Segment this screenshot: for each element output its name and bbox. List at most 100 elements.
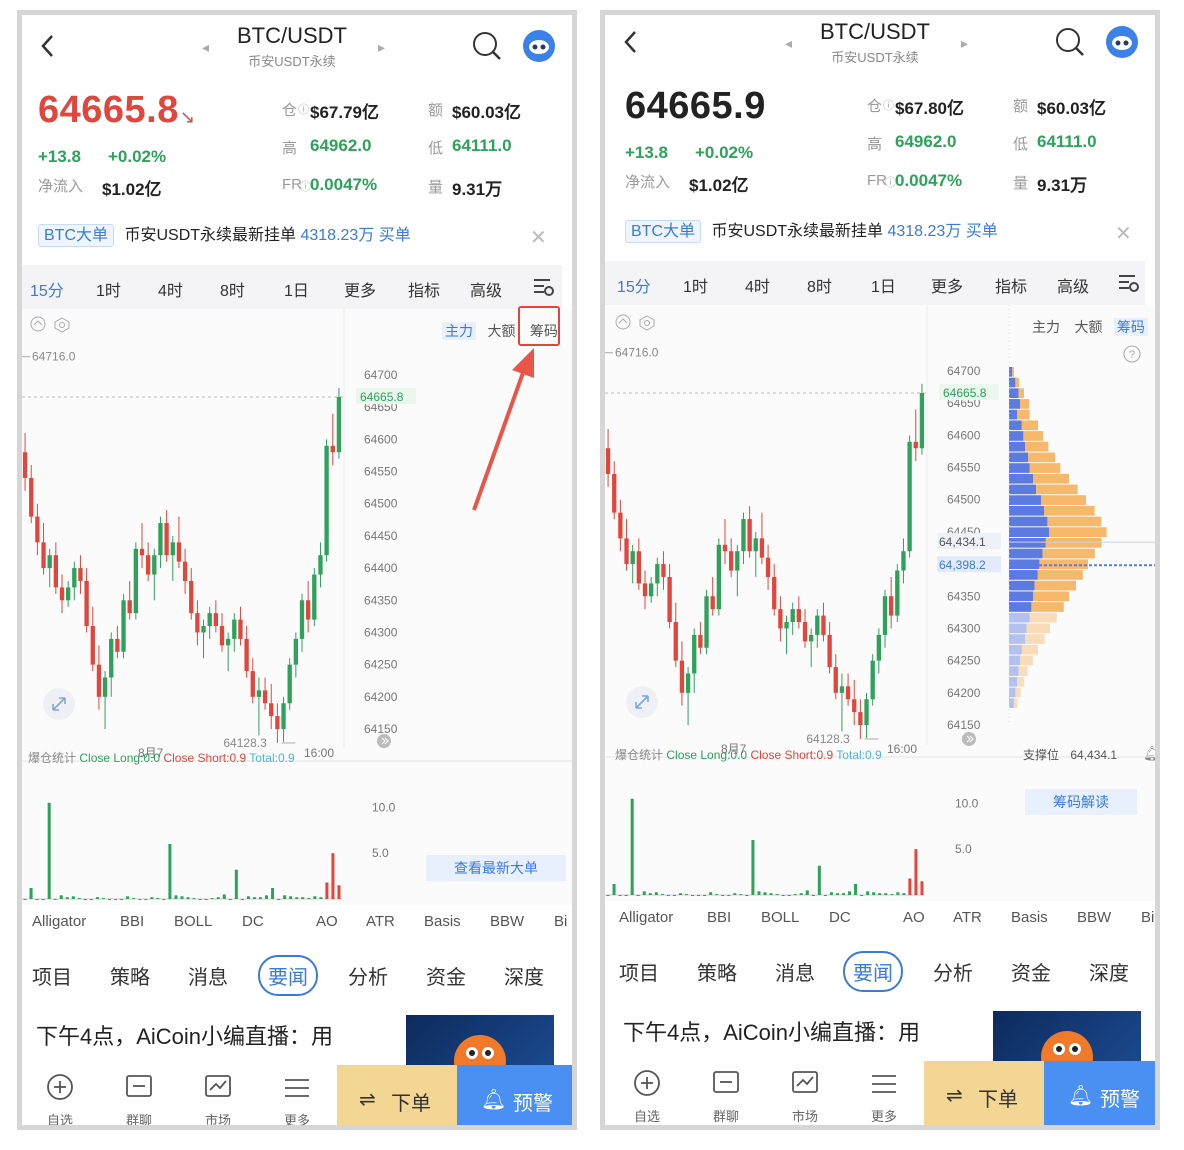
news-thumbnail[interactable] <box>993 1011 1141 1067</box>
indicator-bbi[interactable]: BBI <box>120 913 144 930</box>
scroll-end-icon[interactable] <box>376 733 392 754</box>
indicator-basis[interactable]: Basis <box>1011 909 1048 926</box>
tab-more[interactable]: 更多 <box>931 273 963 297</box>
tab-8h[interactable]: 8时 <box>807 273 832 297</box>
mode-large-amount[interactable]: 大额 <box>1071 318 1105 336</box>
big-order-banner[interactable]: BTC大单 币安USDT永续最新挂单 4318.23万 买单 <box>38 221 558 255</box>
nav-favorites[interactable]: 自选 <box>627 1106 667 1125</box>
expand-icon[interactable] <box>625 685 659 724</box>
indicator-basis[interactable]: Basis <box>424 913 461 930</box>
mode-chips[interactable]: 筹码 <box>1113 318 1148 336</box>
more-icon[interactable] <box>277 1073 317 1105</box>
indicator-alligator[interactable]: Alligator <box>619 909 673 926</box>
indicator-bi[interactable]: Bi <box>1141 909 1154 926</box>
eye-icon[interactable] <box>615 313 667 336</box>
search-icon[interactable] <box>472 31 502 68</box>
news-tab-funds[interactable]: 资金 <box>426 961 466 990</box>
tab-advanced[interactable]: 高级 <box>1057 273 1089 297</box>
nav-more[interactable]: 更多 <box>277 1110 317 1125</box>
tab-indicators[interactable]: 指标 <box>995 273 1027 297</box>
indicator-atr[interactable]: ATR <box>953 909 982 926</box>
news-tab-messages[interactable]: 消息 <box>188 961 228 990</box>
tab-advanced[interactable]: 高级 <box>470 277 502 301</box>
news-headline[interactable]: 下午4点，AiCoin小编直播：用 <box>623 1015 920 1047</box>
next-icon[interactable]: ▸ <box>378 39 385 56</box>
news-tab-project[interactable]: 项目 <box>32 961 72 990</box>
tab-1h[interactable]: 1时 <box>683 273 708 297</box>
tab-8h[interactable]: 8时 <box>220 277 245 301</box>
indicator-atr[interactable]: ATR <box>366 913 395 930</box>
order-button[interactable]: ⇌ 下单 <box>924 1061 1044 1125</box>
nav-market[interactable]: 市场 <box>785 1106 825 1125</box>
indicator-bi[interactable]: Bi <box>554 913 567 930</box>
indicator-ao[interactable]: AO <box>316 913 338 930</box>
nav-chat[interactable]: 群聊 <box>119 1110 159 1125</box>
close-icon[interactable]: ✕ <box>530 225 547 250</box>
info-icon[interactable]: ⓘ <box>883 97 894 113</box>
robot-avatar-icon[interactable] <box>1105 25 1139 64</box>
indicator-dc[interactable]: DC <box>829 909 851 926</box>
nav-more[interactable]: 更多 <box>864 1106 904 1125</box>
pair-title[interactable]: BTC/USDT <box>192 23 392 49</box>
tab-4h[interactable]: 4时 <box>745 273 770 297</box>
add-favorite-icon[interactable] <box>40 1073 80 1105</box>
bell-outline-icon[interactable]: 🔔︎ <box>1143 745 1155 762</box>
news-tab-analysis[interactable]: 分析 <box>348 961 388 990</box>
scroll-end-icon[interactable] <box>961 731 977 752</box>
tab-1d[interactable]: 1日 <box>284 277 309 301</box>
news-tab-messages[interactable]: 消息 <box>775 957 815 986</box>
help-icon[interactable]: ? <box>1123 345 1141 368</box>
indicator-bbi[interactable]: BBI <box>707 909 731 926</box>
news-tab-depth[interactable]: 深度 <box>504 961 544 990</box>
nav-market[interactable]: 市场 <box>198 1110 238 1125</box>
news-tab-strategy[interactable]: 策略 <box>697 957 737 986</box>
indicator-boll[interactable]: BOLL <box>174 913 212 930</box>
news-tab-funds[interactable]: 资金 <box>1011 957 1051 986</box>
chip-explain-button[interactable]: 筹码解读 <box>1025 789 1137 815</box>
news-headline[interactable]: 下午4点，AiCoin小编直播：用 <box>36 1019 333 1051</box>
next-icon[interactable]: ▸ <box>961 35 968 52</box>
more-icon[interactable] <box>864 1069 904 1101</box>
info-icon[interactable]: ⓘ <box>298 101 309 117</box>
big-order-banner[interactable]: BTC大单 币安USDT永续最新挂单 4318.23万 买单 <box>625 217 1145 251</box>
view-big-orders-button[interactable]: 查看最新大单 <box>426 855 566 881</box>
add-favorite-icon[interactable] <box>627 1069 667 1101</box>
news-tab-headlines[interactable]: 要闻 <box>258 955 318 996</box>
tab-1h[interactable]: 1时 <box>96 277 121 301</box>
news-tab-project[interactable]: 项目 <box>619 957 659 986</box>
market-icon[interactable] <box>785 1069 825 1101</box>
news-thumbnail[interactable] <box>406 1015 554 1071</box>
indicator-alligator[interactable]: Alligator <box>32 913 86 930</box>
chat-icon[interactable] <box>119 1073 159 1105</box>
pair-title[interactable]: BTC/USDT <box>775 19 975 45</box>
news-tab-strategy[interactable]: 策略 <box>110 961 150 990</box>
expand-icon[interactable] <box>42 687 76 726</box>
nav-favorites[interactable]: 自选 <box>40 1110 80 1125</box>
tab-1d[interactable]: 1日 <box>871 273 896 297</box>
news-tab-analysis[interactable]: 分析 <box>933 957 973 986</box>
back-arrow-icon[interactable] <box>40 33 56 64</box>
search-icon[interactable] <box>1055 27 1085 64</box>
indicator-bbw[interactable]: BBW <box>490 913 524 930</box>
chat-icon[interactable] <box>706 1069 746 1101</box>
close-icon[interactable]: ✕ <box>1115 221 1132 246</box>
news-tab-headlines[interactable]: 要闻 <box>843 951 903 992</box>
tab-4h[interactable]: 4时 <box>158 277 183 301</box>
indicator-dc[interactable]: DC <box>242 913 264 930</box>
tab-15m[interactable]: 15分 <box>617 273 651 309</box>
order-button[interactable]: ⇌ 下单 <box>337 1065 457 1125</box>
chart-settings-icon[interactable] <box>1117 271 1141 300</box>
tab-more[interactable]: 更多 <box>344 277 376 301</box>
robot-avatar-icon[interactable] <box>522 29 556 68</box>
eye-icon[interactable] <box>30 315 82 338</box>
tab-15m[interactable]: 15分 <box>30 277 64 313</box>
market-icon[interactable] <box>198 1073 238 1105</box>
tab-indicators[interactable]: 指标 <box>408 277 440 301</box>
mode-main-force[interactable]: 主力 <box>1029 318 1063 336</box>
chart-settings-icon[interactable] <box>532 275 556 304</box>
indicator-ao[interactable]: AO <box>903 909 925 926</box>
indicator-bbw[interactable]: BBW <box>1077 909 1111 926</box>
news-tab-depth[interactable]: 深度 <box>1089 957 1129 986</box>
back-arrow-icon[interactable] <box>623 29 639 60</box>
indicator-boll[interactable]: BOLL <box>761 909 799 926</box>
